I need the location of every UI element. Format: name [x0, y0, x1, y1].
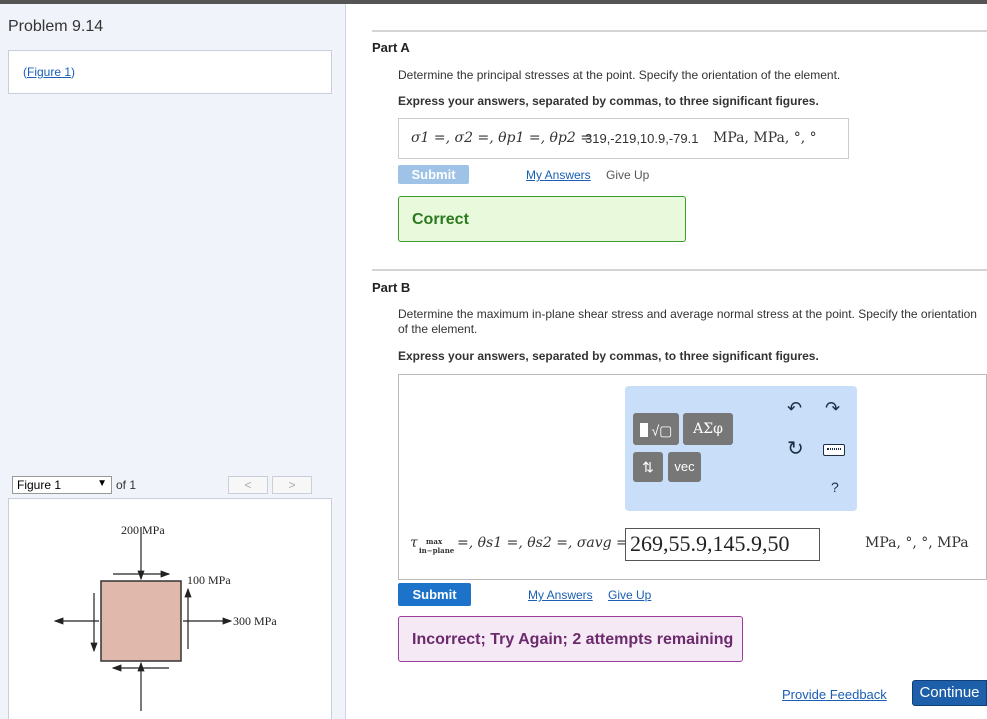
- chevron-down-icon: ▼: [97, 478, 107, 489]
- swap-arrows-button[interactable]: ⇅: [633, 452, 663, 482]
- part-a-submit-button[interactable]: Submit: [398, 165, 469, 184]
- label-300-mpa: 300 MPa: [233, 614, 277, 628]
- part-b-feedback-incorrect: Incorrect; Try Again; 2 attempts remaini…: [398, 616, 743, 662]
- part-b-units: MPa, °, °, MPa: [865, 535, 969, 551]
- part-a-divider: [372, 30, 987, 32]
- stress-element-figure: 200 MPa 100 MPa 300 MPa: [53, 523, 277, 711]
- part-b-give-up-link[interactable]: Give Up: [608, 588, 651, 602]
- greek-symbols-button[interactable]: ΑΣφ: [683, 413, 733, 445]
- tau-symbol: τ: [410, 535, 418, 551]
- tau-subscript-bottom: in−plane: [419, 546, 455, 555]
- figure-select-value: Figure 1: [17, 478, 62, 492]
- part-a-variables: σ1 =, σ2 =, θp1 =, θp2 =: [411, 130, 592, 146]
- label-200-mpa: 200 MPa: [121, 523, 165, 537]
- part-b-prompt: Determine the maximum in-plane shear str…: [398, 307, 977, 336]
- sqrt-icon: √▢: [651, 422, 673, 439]
- redo-icon[interactable]: ↷: [825, 398, 840, 419]
- part-b-divider: [372, 269, 987, 271]
- problem-title: Problem 9.14: [8, 18, 104, 35]
- keyboard-icon[interactable]: [823, 444, 845, 456]
- part-b-answer-value: 269,55.9,145.9,50: [630, 531, 790, 556]
- undo-icon[interactable]: ↶: [787, 398, 802, 419]
- part-b-answer-input[interactable]: 269,55.9,145.9,50: [625, 528, 820, 561]
- part-a-instruction: Express your answers, separated by comma…: [398, 94, 819, 108]
- part-a-feedback-correct: Correct: [398, 196, 686, 242]
- help-button[interactable]: ?: [831, 479, 839, 495]
- provide-feedback-link[interactable]: Provide Feedback: [782, 687, 887, 702]
- tau-subscript-top: max: [426, 537, 443, 546]
- continue-button[interactable]: Continue: [912, 680, 987, 706]
- figure-link[interactable]: (Figure 1): [23, 65, 75, 79]
- keyboard-keys: [827, 448, 841, 450]
- part-a-prompt: Determine the principal stresses at the …: [398, 68, 841, 82]
- left-panel: Problem 9.14 (Figure 1) Figure 1 ▼ of 1 …: [0, 4, 346, 719]
- up-down-arrows-icon: ⇅: [642, 459, 654, 475]
- part-a-title: Part A: [372, 40, 410, 55]
- figure-select[interactable]: Figure 1 ▼: [12, 476, 112, 494]
- label-100-mpa: 100 MPa: [187, 573, 231, 587]
- figure-link-box: (Figure 1): [8, 50, 332, 94]
- math-toolbar: √▢ ΑΣφ ⇅ vec ↶ ↷ ↻ ?: [625, 386, 857, 511]
- part-b-title: Part B: [372, 280, 411, 295]
- part-b-my-answers-link[interactable]: My Answers: [528, 588, 593, 602]
- reset-icon[interactable]: ↻: [787, 436, 804, 461]
- templates-button[interactable]: √▢: [633, 413, 679, 445]
- part-b-instruction: Express your answers, separated by comma…: [398, 349, 819, 363]
- fraction-icon: [639, 423, 648, 438]
- part-b-variables: =, θs1 =, θs2 =, σavg =: [457, 535, 628, 551]
- figure-controls: Figure 1 ▼ of 1 < >: [8, 476, 332, 498]
- part-a-my-answers-link[interactable]: My Answers: [526, 168, 591, 182]
- stress-element: [100, 580, 182, 662]
- next-figure-button[interactable]: >: [272, 476, 312, 494]
- prev-figure-button[interactable]: <: [228, 476, 268, 494]
- vector-button[interactable]: vec: [668, 452, 701, 482]
- figure-area: 200 MPa 100 MPa 300 MPa: [8, 498, 332, 719]
- part-a-units: MPa, MPa, °, °: [713, 130, 817, 146]
- figure-count: of 1: [116, 478, 137, 492]
- part-a-answer-value: 319,-219,10.9,-79.1: [585, 131, 699, 146]
- figure-link-text[interactable]: Figure 1: [27, 65, 71, 79]
- part-a-answer-box: σ1 =, σ2 =, θp1 =, θp2 = 319,-219,10.9,-…: [398, 118, 849, 159]
- part-a-give-up-link[interactable]: Give Up: [606, 168, 649, 182]
- part-b-submit-button[interactable]: Submit: [398, 583, 471, 606]
